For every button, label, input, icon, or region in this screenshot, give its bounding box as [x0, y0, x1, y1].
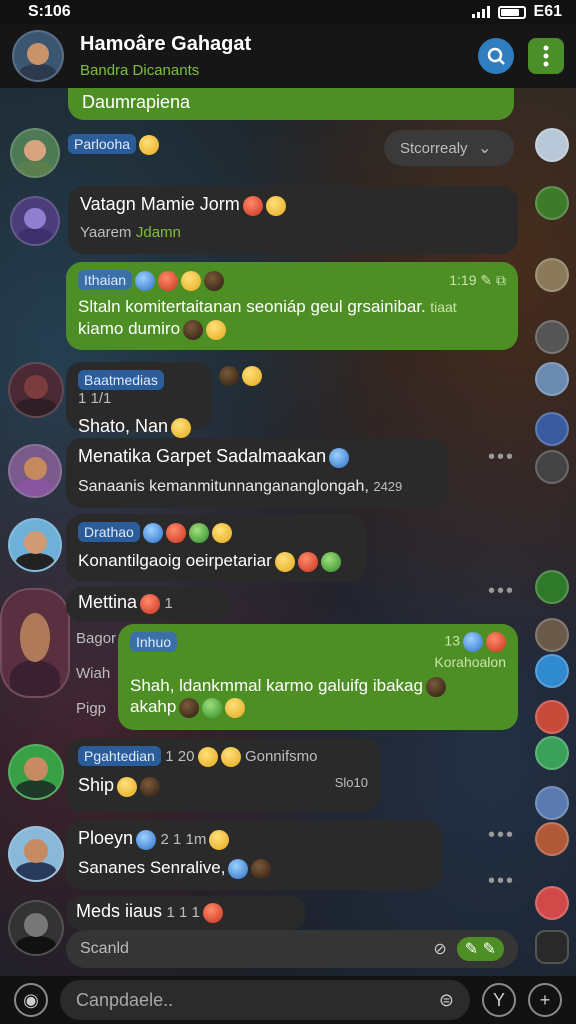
avatar[interactable]	[10, 128, 60, 178]
battery-icon	[497, 5, 526, 19]
avatar[interactable]	[8, 826, 64, 882]
search-icon[interactable]	[478, 38, 514, 74]
keyboard-icon[interactable]	[535, 930, 569, 964]
chevron-down-icon: ⌄	[477, 140, 492, 157]
battery-level: E61	[533, 3, 562, 20]
rail-avatar[interactable]	[535, 886, 569, 920]
message-bubble[interactable]: Menatika Garpet Sadalmaakan Sanaanis kem…	[66, 438, 448, 508]
unread-pill[interactable]: Stcorrealy ⌄	[384, 130, 514, 166]
voice-icon[interactable]: Y	[482, 983, 516, 1017]
sender-name: Vatagn Mamie Jorm	[80, 194, 240, 214]
message-bubble[interactable]: Drathao Konantilgaoig oeirpetariar	[66, 514, 366, 582]
reply-preview[interactable]: Scanld ⊘ ✎ ✎	[66, 930, 518, 968]
message-bubble-outgoing[interactable]: Inhuo 13 Korahoalon Shah, ldankmmal karm…	[118, 624, 518, 730]
message-bubble-outgoing[interactable]: Daumrapiena	[68, 88, 514, 120]
message-bubble[interactable]: Ploeyn 2 1 1m Sananes Senralive,	[66, 820, 442, 890]
reaction-emojis[interactable]	[216, 366, 262, 386]
rail-avatar[interactable]	[535, 362, 569, 396]
rail-avatar[interactable]	[535, 736, 569, 770]
edit-icon[interactable]: ✎	[480, 272, 492, 288]
group-subtitle: Bandra Dicanants	[80, 62, 200, 79]
more-options-icon[interactable]: •••	[488, 870, 515, 893]
message-bubble[interactable]: Meds iiaus 1 1 1	[66, 896, 306, 930]
rail-avatar[interactable]	[535, 618, 569, 652]
emoji-icon	[242, 195, 263, 216]
truncated-names: Bagor Wiah Pigp	[76, 630, 117, 717]
message-bubble[interactable]: Mettina 1	[66, 586, 230, 622]
avatar[interactable]	[8, 362, 64, 418]
emoji-icon	[265, 195, 286, 216]
message-bubble[interactable]: Baatmedias 1 1/1 Shato, Nan	[66, 362, 212, 438]
rail-emoji[interactable]	[535, 186, 569, 220]
sender-tag: Parlooha	[68, 134, 160, 155]
avatar[interactable]	[8, 744, 64, 800]
rail-icon[interactable]	[535, 320, 569, 354]
menu-icon[interactable]	[528, 38, 564, 74]
rail-avatar[interactable]	[535, 700, 569, 734]
message-bubble-outgoing[interactable]: Ithaian 1:19 ✎ ⧉ Sltaln komitertaitanan …	[66, 262, 518, 350]
rail-icon[interactable]	[535, 412, 569, 446]
attach-icon[interactable]: ⊘	[433, 939, 446, 959]
message-bubble[interactable]: Pgahtedian 1 20 Gonnifsmo Ship Slo10	[66, 738, 380, 812]
rail-icon[interactable]	[535, 654, 569, 688]
avatar[interactable]	[8, 444, 62, 498]
status-bar: S:106 E61	[0, 0, 576, 24]
message-placeholder: Canpdaele..	[76, 989, 174, 1010]
add-icon[interactable]: +	[528, 983, 562, 1017]
rail-avatar[interactable]	[535, 822, 569, 856]
emoji-picker-icon[interactable]: ⊜	[439, 990, 454, 1011]
avatar[interactable]	[8, 900, 64, 956]
emoji-icon	[139, 134, 160, 155]
more-options-icon[interactable]: •••	[488, 446, 515, 469]
chat-header: Hamoâre Gahagat Bandra Dicanants	[0, 24, 576, 88]
signal-icon	[471, 6, 490, 18]
header-text[interactable]: Hamoâre Gahagat Bandra Dicanants	[80, 33, 464, 79]
avatar[interactable]	[8, 518, 62, 572]
composer-bar: ◉ Canpdaele.. ⊜ Y +	[0, 976, 576, 1024]
camera-icon[interactable]: ◉	[14, 983, 48, 1017]
message-text: Daumrapiena	[82, 92, 191, 112]
pencil-icon[interactable]: ✎ ✎	[456, 937, 504, 961]
status-time: S:106	[28, 3, 71, 20]
more-options-icon[interactable]: •••	[488, 580, 515, 603]
message-input[interactable]: Canpdaele.. ⊜	[60, 980, 470, 1020]
rail-avatar[interactable]	[535, 786, 569, 820]
rail-icon[interactable]	[535, 450, 569, 484]
avatar[interactable]	[0, 588, 70, 698]
more-options-icon[interactable]: •••	[488, 824, 515, 847]
group-title: Hamoâre Gahagat	[80, 33, 252, 55]
group-avatar[interactable]	[12, 30, 64, 82]
message-bubble[interactable]: Vatagn Mamie Jorm Yaarem Jdamn	[68, 186, 518, 254]
rail-avatar[interactable]	[535, 258, 569, 292]
rail-emoji[interactable]	[535, 570, 569, 604]
avatar[interactable]	[10, 196, 60, 246]
rail-avatar[interactable]	[535, 128, 569, 162]
share-icon[interactable]: ⧉	[496, 272, 506, 288]
status-icons: E61	[471, 3, 562, 21]
